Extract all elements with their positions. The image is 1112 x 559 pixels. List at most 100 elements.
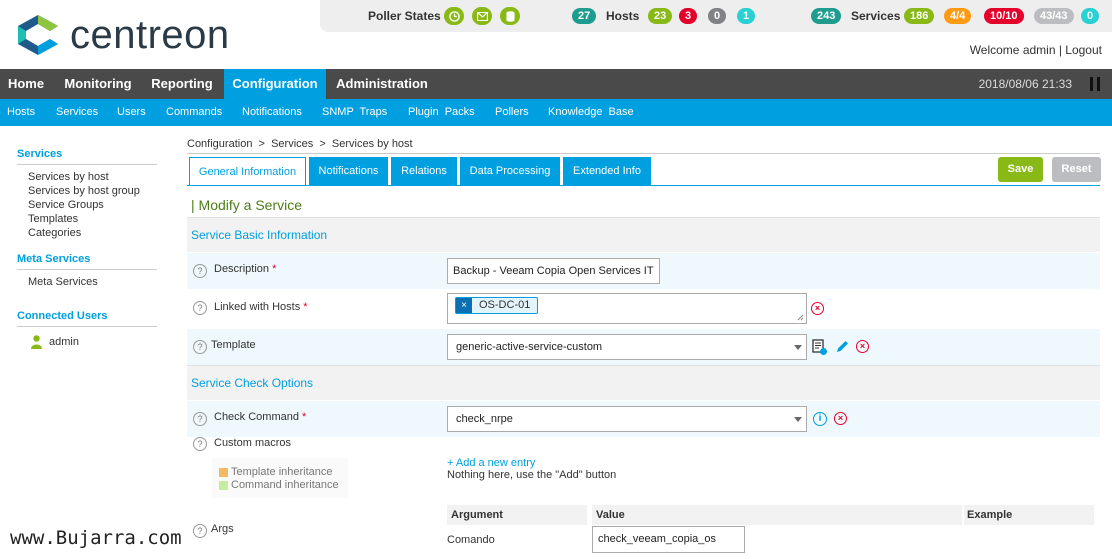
sub-nav: Hosts Services Users Commands Notificati… [0,99,1112,126]
template-select[interactable]: generic-active-service-custom [447,334,807,360]
nav-reporting[interactable]: Reporting [143,69,221,99]
help-icon[interactable]: ? [193,412,207,426]
clear-command-icon[interactable]: × [834,412,847,425]
no-macros-text: Nothing here, use the "Add" button [447,469,617,481]
check-command-label: Check Command * [214,411,307,423]
breadcrumb-divider [187,153,1100,154]
poller-clock-icon[interactable] [444,7,464,25]
centreon-logo[interactable]: centreon [16,12,276,58]
section-check-options: Service Check Options [187,365,1100,400]
services-pending-badge[interactable]: 0 [1081,8,1100,24]
clear-hosts-icon[interactable]: × [811,302,824,315]
tab-relations[interactable]: Relations [391,157,457,185]
subnav-commands[interactable]: Commands [166,99,222,126]
hosts-unreachable-badge[interactable]: 0 [708,8,727,24]
tab-general-information[interactable]: General Information [189,157,306,185]
sidebar-item-categories[interactable]: Categories [28,227,81,239]
sidebar-divider [17,326,157,327]
command-inheritance-label: Command inheritance [231,479,339,491]
watermark: www.Bujarra.com [10,527,182,549]
subnav-hosts[interactable]: Hosts [7,99,35,126]
check-command-select-value: check_nrpe [456,413,513,425]
help-icon[interactable]: ? [193,340,207,354]
view-template-icon[interactable] [812,339,828,356]
welcome-logout[interactable]: Welcome admin | Logout [970,43,1102,57]
nav-monitoring[interactable]: Monitoring [55,69,141,99]
remove-chip-icon[interactable]: × [456,298,472,313]
add-entry-link[interactable]: + Add a new entry [447,457,535,469]
poller-mail-icon[interactable] [472,7,492,25]
nav-administration[interactable]: Administration [330,69,434,99]
section-title: Service Basic Information [191,228,328,242]
subnav-notifications[interactable]: Notifications [242,99,302,126]
nav-configuration[interactable]: Configuration [224,69,326,99]
services-label: Services [851,9,901,23]
command-inheritance-swatch [219,481,228,490]
description-label: Description * [214,263,277,275]
subnav-plugin-packs[interactable]: Plugin Packs [408,99,475,126]
tab-data-processing[interactable]: Data Processing [460,157,560,185]
main-nav: Home Monitoring Reporting Configuration … [0,69,1112,99]
header: centreon Poller States 27 Hosts 23 3 0 1… [0,0,1112,69]
tab-extended-info[interactable]: Extended Info [563,157,651,185]
hosts-label: Hosts [606,9,640,23]
args-header-example: Example [964,505,1094,525]
sidebar-title-connected-users: Connected Users [17,310,108,322]
services-unknown-badge[interactable]: 43/43 [1034,8,1074,24]
linked-host-chip-label: OS-DC-01 [479,299,531,311]
sidebar-item-meta-services[interactable]: Meta Services [28,276,98,288]
help-icon[interactable]: ? [193,301,207,315]
tabs-divider [187,185,1100,186]
resize-handle-icon[interactable] [797,314,804,321]
linked-hosts-label: Linked with Hosts * [214,301,308,313]
breadcrumb[interactable]: Configuration > Services > Services by h… [187,138,413,150]
hosts-total-badge[interactable]: 27 [572,8,597,24]
help-icon[interactable]: ? [193,264,207,278]
sidebar-title-services[interactable]: Services [17,148,62,160]
tab-notifications[interactable]: Notifications [309,157,388,185]
services-warning-badge[interactable]: 4/4 [944,8,972,24]
description-input[interactable]: Backup - Veeam Copia Open Services IT [447,258,660,284]
services-critical-badge[interactable]: 10/10 [984,8,1024,24]
info-icon[interactable]: i [813,412,827,426]
help-icon[interactable]: ? [193,524,207,538]
sidebar-divider [17,269,157,270]
page: { "header": { "logo_text": "centreon", "… [0,0,1112,559]
save-button[interactable]: Save [998,157,1043,182]
sidebar-item-services-by-hostgroup[interactable]: Services by host group [28,185,140,197]
subnav-pollers[interactable]: Pollers [495,99,529,126]
section-basic-information: Service Basic Information [187,217,1100,252]
sidebar-item-services-by-host[interactable]: Services by host [28,171,109,183]
reset-button[interactable]: Reset [1052,157,1101,182]
sidebar-item-service-groups[interactable]: Service Groups [28,199,104,211]
macros-legend: Template inheritance Command inheritance [212,458,348,498]
poller-database-icon[interactable] [500,7,520,25]
template-inheritance-swatch [219,468,228,477]
sidebar-item-templates[interactable]: Templates [28,213,78,225]
help-icon[interactable]: ? [193,437,207,451]
args-header-value: Value [592,505,962,525]
subnav-services[interactable]: Services [56,99,98,126]
clear-template-icon[interactable]: × [856,340,869,353]
subnav-snmp-traps[interactable]: SNMP Traps [322,99,387,126]
chevron-down-icon [794,345,802,350]
hosts-down-badge[interactable]: 3 [679,8,698,24]
edit-pencil-icon[interactable] [835,339,850,354]
pause-icon[interactable] [1090,77,1100,91]
check-command-select[interactable]: check_nrpe [447,406,807,432]
services-ok-badge[interactable]: 186 [904,8,935,24]
sidebar-title-meta[interactable]: Meta Services [17,253,90,265]
subnav-users[interactable]: Users [117,99,146,126]
services-total-badge[interactable]: 243 [811,8,842,24]
centreon-logo-icon [18,15,58,55]
arg-name: Comando [447,534,495,546]
nav-home[interactable]: Home [0,69,52,99]
arg-value-input[interactable]: check_veeam_copia_os [592,526,745,553]
poller-states-label: Poller States [368,9,441,23]
hosts-up-badge[interactable]: 23 [648,8,673,24]
hosts-pending-badge[interactable]: 1 [737,8,756,24]
linked-host-chip[interactable]: × OS-DC-01 [455,297,539,314]
subnav-knowledge-base[interactable]: Knowledge Base [548,99,634,126]
datetime: 2018/08/06 21:33 [978,77,1072,91]
section-title: Service Check Options [191,376,314,390]
